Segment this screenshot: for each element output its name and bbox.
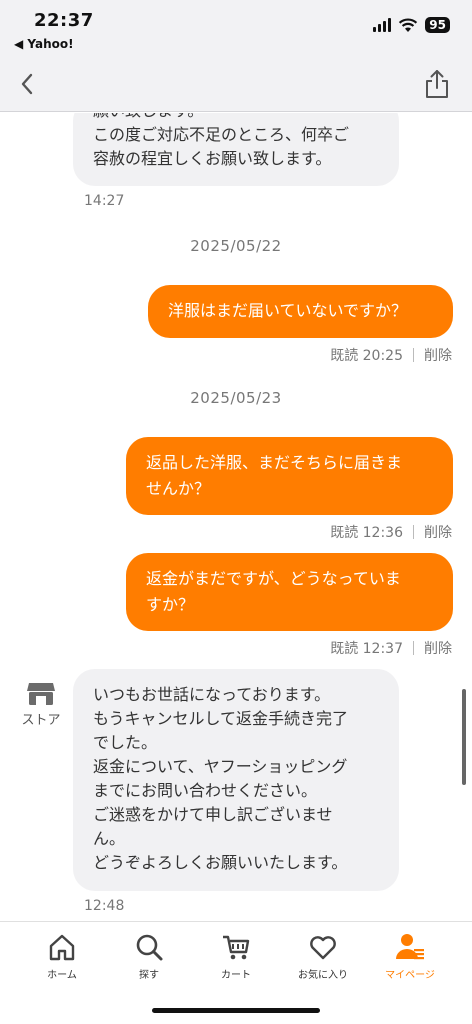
message-line: ご迷惑をかけて申し訳ございませ xyxy=(93,805,333,824)
message-line: どうぞよろしくお願いいたします。 xyxy=(93,853,348,872)
tab-mypage[interactable]: マイページ xyxy=(370,932,450,981)
delete-link[interactable]: 削除 xyxy=(424,345,452,365)
search-icon xyxy=(136,934,163,961)
wifi-icon xyxy=(399,18,418,32)
tab-label: お気に入り xyxy=(298,970,348,981)
store-label: ストア xyxy=(21,713,61,728)
status-icons: 95 xyxy=(373,17,450,33)
tab-search[interactable]: 探す xyxy=(109,932,189,981)
battery-indicator: 95 xyxy=(425,17,450,33)
back-chevron-icon[interactable] xyxy=(14,70,42,98)
nav-bar xyxy=(0,60,472,112)
message-line: すか？ xyxy=(146,595,195,614)
message-meta: 既読 12:36 削除 xyxy=(330,522,452,542)
status-bar: 22:37 ◀ Yahoo! 95 xyxy=(0,0,472,60)
tab-label: マイページ xyxy=(385,970,435,981)
read-receipt: 既読 12:37 xyxy=(330,641,403,657)
share-icon[interactable] xyxy=(422,68,452,100)
meta-divider xyxy=(413,348,414,362)
message-line: いつもお世話になっております。 xyxy=(93,685,331,704)
back-to-app-link[interactable]: ◀ Yahoo! xyxy=(14,37,74,51)
store-icon xyxy=(27,683,55,705)
message-line: 容赦の程宜しくお願い致します。 xyxy=(93,149,332,168)
chat-thread[interactable]: 願い致します。 この度ご対応不足のところ、何卒ご 容赦の程宜しくお願い致します。… xyxy=(0,113,472,921)
message-line: ん。 xyxy=(93,829,126,848)
tab-bar: ホーム 探す カート お気に入り マイページ xyxy=(0,921,472,1024)
message-line: 返金がまだですが、どうなっていま xyxy=(146,569,401,588)
message-bubble-user[interactable]: 返金がまだですが、どうなっていま すか？ xyxy=(126,553,453,631)
home-icon xyxy=(49,934,75,961)
store-avatar[interactable]: ストア xyxy=(20,681,62,728)
message-line: までにお問い合わせください。 xyxy=(93,781,318,800)
message-bubble-store: いつもお世話になっております。 もうキャンセルして返金手続き完了 でした。 返金… xyxy=(73,669,399,891)
meta-divider xyxy=(413,525,414,539)
message-line: もうキャンセルして返金手続き完了 xyxy=(93,709,349,728)
date-separator: 2025/05/23 xyxy=(190,389,282,407)
message-bubble-user[interactable]: 洋服はまだ届いていないですか？ xyxy=(148,285,453,338)
home-indicator xyxy=(152,1008,320,1013)
delete-link[interactable]: 削除 xyxy=(424,638,452,658)
message-line: この度ご対応不足のところ、何卒ご xyxy=(93,125,350,144)
status-time: 22:37 xyxy=(34,10,94,31)
tab-label: 探す xyxy=(139,970,159,981)
user-icon xyxy=(396,934,424,960)
heart-icon xyxy=(310,936,336,960)
tab-label: カート xyxy=(221,970,251,981)
meta-divider xyxy=(413,641,414,655)
message-line: せんか？ xyxy=(146,479,211,498)
message-meta: 既読 12:37 削除 xyxy=(330,638,452,658)
cart-icon xyxy=(223,935,250,960)
signal-icon xyxy=(373,18,392,32)
message-line: 返金について、ヤフーショッピング xyxy=(93,757,348,776)
message-line: でした。 xyxy=(93,733,158,752)
message-time: 12:48 xyxy=(84,898,125,914)
message-bubble-store: 願い致します。 この度ご対応不足のところ、何卒ご 容赦の程宜しくお願い致します。 xyxy=(73,113,399,186)
tab-label: ホーム xyxy=(47,970,77,981)
read-receipt: 既読 20:25 xyxy=(330,348,403,364)
delete-link[interactable]: 削除 xyxy=(424,522,452,542)
message-time: 14:27 xyxy=(84,193,125,209)
message-bubble-user[interactable]: 返品した洋服、まだそちらに届きま せんか？ xyxy=(126,437,453,515)
message-line: 洋服はまだ届いていないですか？ xyxy=(168,301,408,320)
date-separator: 2025/05/22 xyxy=(190,237,282,255)
tab-cart[interactable]: カート xyxy=(196,932,276,981)
tab-favorites[interactable]: お気に入り xyxy=(283,932,363,981)
message-meta: 既読 20:25 削除 xyxy=(330,345,452,365)
read-receipt: 既読 12:36 xyxy=(330,525,403,541)
scrollbar[interactable] xyxy=(462,689,466,785)
tab-home[interactable]: ホーム xyxy=(22,932,102,981)
message-line: 返品した洋服、まだそちらに届きま xyxy=(146,453,403,472)
message-line: 願い致します。 xyxy=(93,113,379,123)
